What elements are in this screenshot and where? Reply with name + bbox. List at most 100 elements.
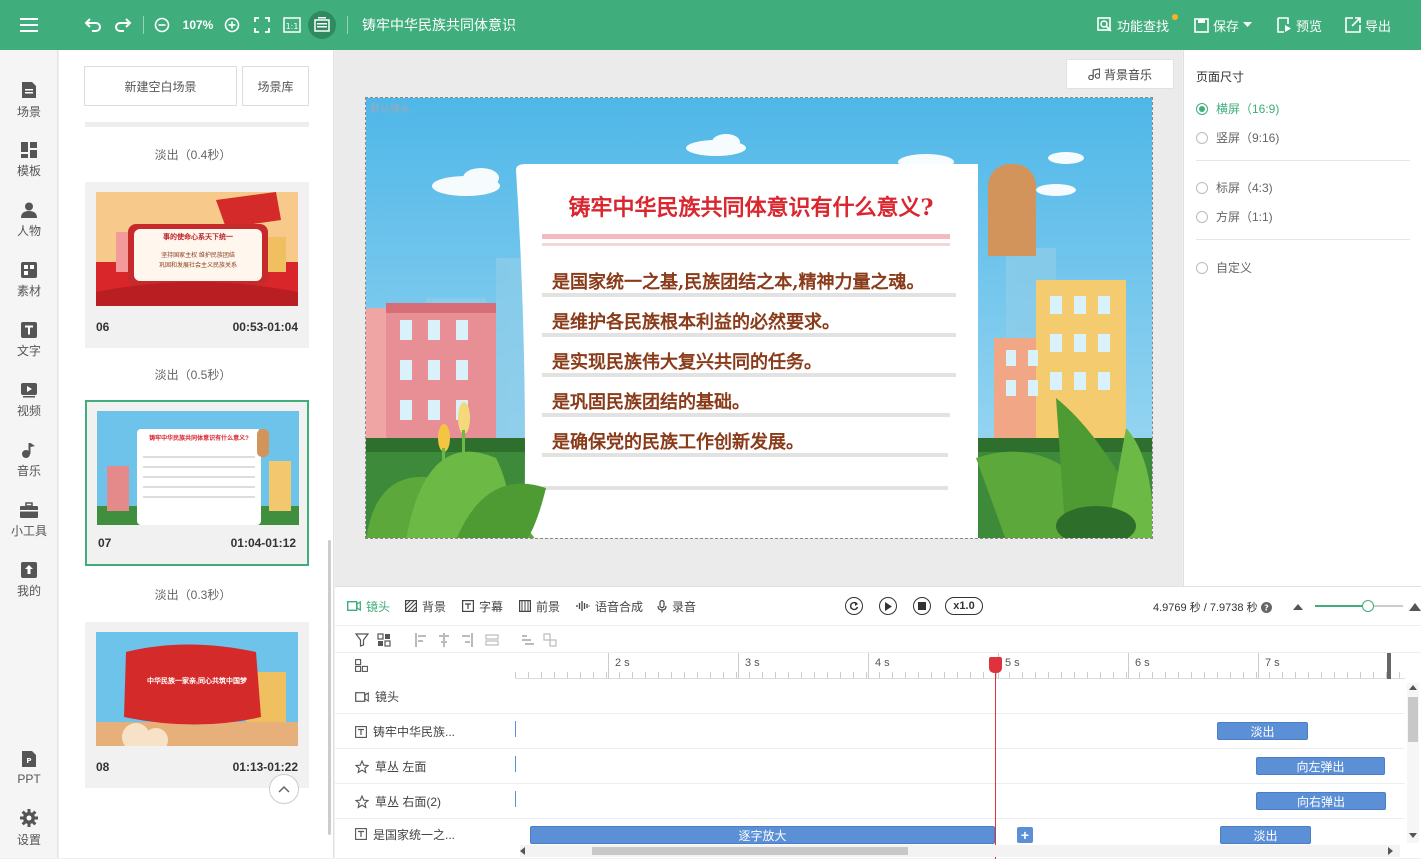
add-clip-button[interactable]: + [1017, 827, 1033, 843]
page-size-1-1[interactable]: 方屏（1:1) [1196, 208, 1273, 225]
redo-button[interactable] [110, 0, 136, 50]
layer-icon[interactable] [377, 633, 391, 647]
playback-speed[interactable]: x1.0 [945, 597, 983, 615]
page-size-16-9[interactable]: 横屏（16:9) [1196, 100, 1279, 117]
align-center-icon[interactable] [437, 633, 451, 647]
track-name[interactable]: 是国家统一之... [355, 819, 455, 849]
fit-screen-button[interactable] [250, 0, 274, 50]
sidebar-item-video[interactable]: 视频 [0, 370, 58, 430]
scene-panel-scrollbar[interactable] [328, 540, 331, 835]
radio-unselected[interactable] [1196, 131, 1208, 144]
tab-foreground[interactable]: 前景 [519, 587, 560, 625]
scroll-left-icon[interactable] [520, 847, 526, 855]
help-icon[interactable]: ? [1260, 602, 1272, 613]
save-button[interactable]: 保存 [1194, 0, 1253, 50]
page-size-custom[interactable]: 自定义 [1196, 259, 1252, 276]
sidebar-item-material[interactable]: 素材 [0, 250, 58, 310]
time-ruler[interactable]: 2 s 3 s 4 s 5 s 6 s 7 s [515, 653, 1405, 679]
vertical-scrollbar[interactable] [1407, 683, 1419, 843]
distribute-icon[interactable] [485, 633, 499, 647]
stage-canvas[interactable]: 默认镜头 铸牢中华民族共同体意识有什么意义? 是国家统一之基,民族团结之本,精神… [365, 97, 1153, 539]
subtitle-mode-button[interactable] [308, 0, 336, 50]
horizontal-scroll-thumb[interactable] [592, 847, 908, 855]
scroll-up-icon[interactable] [1409, 685, 1417, 690]
page-size-4-3[interactable]: 标屏（4:3) [1196, 179, 1273, 196]
zoom-slider-thumb[interactable] [1362, 600, 1374, 612]
align-left-icon[interactable] [415, 633, 429, 647]
tab-voice-synthesis[interactable]: 语音合成 [576, 587, 643, 625]
horizontal-scrollbar[interactable] [520, 845, 1400, 857]
end-marker[interactable] [1387, 653, 1391, 679]
scroll-down-icon[interactable] [1409, 833, 1417, 838]
filter-icon[interactable] [355, 633, 369, 647]
playhead-line[interactable] [995, 659, 996, 859]
transition-label[interactable]: 淡出（0.5秒） [59, 366, 327, 383]
zoom-slider-track[interactable] [1371, 605, 1403, 607]
track-name[interactable]: 草丛 左面 [355, 749, 426, 784]
scene-card-06[interactable]: 事的使命心系天下统一 坚持国家主权 维护民族团结 巩固和发展社会主义民族关系 0… [85, 182, 309, 348]
clip-fade-out[interactable]: 淡出 [1220, 826, 1311, 844]
zoom-out-button[interactable] [150, 0, 174, 50]
export-button[interactable]: 导出 [1345, 0, 1391, 50]
radio-unselected[interactable] [1196, 210, 1208, 223]
sidebar-item-template[interactable]: 模板 [0, 130, 58, 190]
feature-search-button[interactable]: 功能查找 [1097, 0, 1169, 50]
zoom-in-button[interactable] [220, 0, 244, 50]
replay-button[interactable] [845, 597, 863, 615]
menu-button[interactable] [0, 0, 58, 50]
sidebar-item-toolbox[interactable]: 小工具 [0, 490, 58, 550]
tab-camera[interactable]: 镜头 [347, 587, 390, 625]
merge-icon[interactable] [543, 633, 557, 647]
clip-pop-left[interactable]: 向左弹出 [1256, 757, 1385, 775]
slide-body[interactable]: 是国家统一之基,民族团结之本,精神力量之魂。 是维护各民族根本利益的必然要求。 … [552, 263, 982, 463]
sidebar-item-scene[interactable]: 场景 [0, 70, 58, 130]
scene-card-07[interactable]: 铸牢中华民族共同体意识有什么意义? 07 01:04-01:12 [85, 400, 309, 566]
sidebar-item-music[interactable]: 音乐 [0, 430, 58, 490]
preview-button[interactable]: 预览 [1276, 0, 1322, 50]
clip-char-zoom[interactable]: 逐字放大 [530, 826, 995, 844]
transition-label[interactable]: 淡出（0.4秒） [59, 146, 327, 163]
slide-line[interactable]: 是巩固民族团结的基础。 [552, 383, 982, 423]
slide-line[interactable]: 是维护各民族根本利益的必然要求。 [552, 303, 982, 343]
slide-line[interactable]: 是实现民族伟大复兴共同的任务。 [552, 343, 982, 383]
split-icon[interactable] [521, 633, 535, 647]
scene-library-button[interactable]: 场景库 [242, 66, 309, 106]
tab-recording[interactable]: 录音 [657, 587, 696, 625]
zoom-large-icon[interactable] [1409, 601, 1421, 611]
sidebar-item-ppt[interactable]: P PPT [0, 738, 58, 798]
sidebar-item-mine[interactable]: 我的 [0, 550, 58, 610]
page-size-9-16[interactable]: 竖屏（9:16) [1196, 129, 1279, 146]
slide-line[interactable]: 是确保党的民族工作创新发展。 [552, 423, 982, 463]
radio-selected[interactable] [1196, 102, 1208, 115]
scroll-right-icon[interactable] [1388, 847, 1394, 855]
background-music-button[interactable]: 背景音乐 [1066, 59, 1174, 89]
clip-fade-out[interactable]: 淡出 [1217, 722, 1308, 740]
radio-unselected[interactable] [1196, 261, 1208, 274]
track-name[interactable]: 铸牢中华民族... [355, 714, 455, 749]
radio-unselected[interactable] [1196, 181, 1208, 194]
play-button[interactable] [879, 597, 897, 615]
tab-background[interactable]: 背景 [405, 587, 446, 625]
undo-button[interactable] [80, 0, 106, 50]
track-name[interactable]: 草丛 右面(2) [355, 784, 441, 819]
transition-label[interactable]: 淡出（0.3秒） [59, 586, 327, 603]
sidebar-item-settings[interactable]: 设置 [0, 798, 58, 858]
document-title[interactable]: 铸牢中华民族共同体意识 [362, 0, 516, 50]
stop-button[interactable] [913, 597, 931, 615]
new-blank-scene-button[interactable]: 新建空白场景 [84, 66, 237, 106]
scroll-to-top-button[interactable] [269, 774, 299, 804]
sidebar-item-text[interactable]: 文字 [0, 310, 58, 370]
clip-pop-right[interactable]: 向右弹出 [1256, 792, 1386, 810]
align-right-icon[interactable] [459, 633, 473, 647]
playhead-handle[interactable] [989, 657, 1002, 673]
track-name[interactable]: 镜头 [355, 679, 399, 714]
slide-line[interactable]: 是国家统一之基,民族团结之本,精神力量之魂。 [552, 263, 982, 303]
slide-title[interactable]: 铸牢中华民族共同体意识有什么意义? [516, 190, 986, 222]
scene-card-08[interactable]: 中华民族一家亲,同心共筑中国梦 08 01:13-01:22 [85, 622, 309, 788]
sidebar-item-person[interactable]: 人物 [0, 190, 58, 250]
actual-size-button[interactable]: 1:1 [280, 0, 304, 50]
tab-subtitle[interactable]: 字幕 [462, 587, 503, 625]
zoom-small-icon[interactable] [1293, 602, 1303, 610]
vertical-scroll-thumb[interactable] [1408, 697, 1418, 742]
track-grid-icon[interactable] [355, 659, 368, 672]
